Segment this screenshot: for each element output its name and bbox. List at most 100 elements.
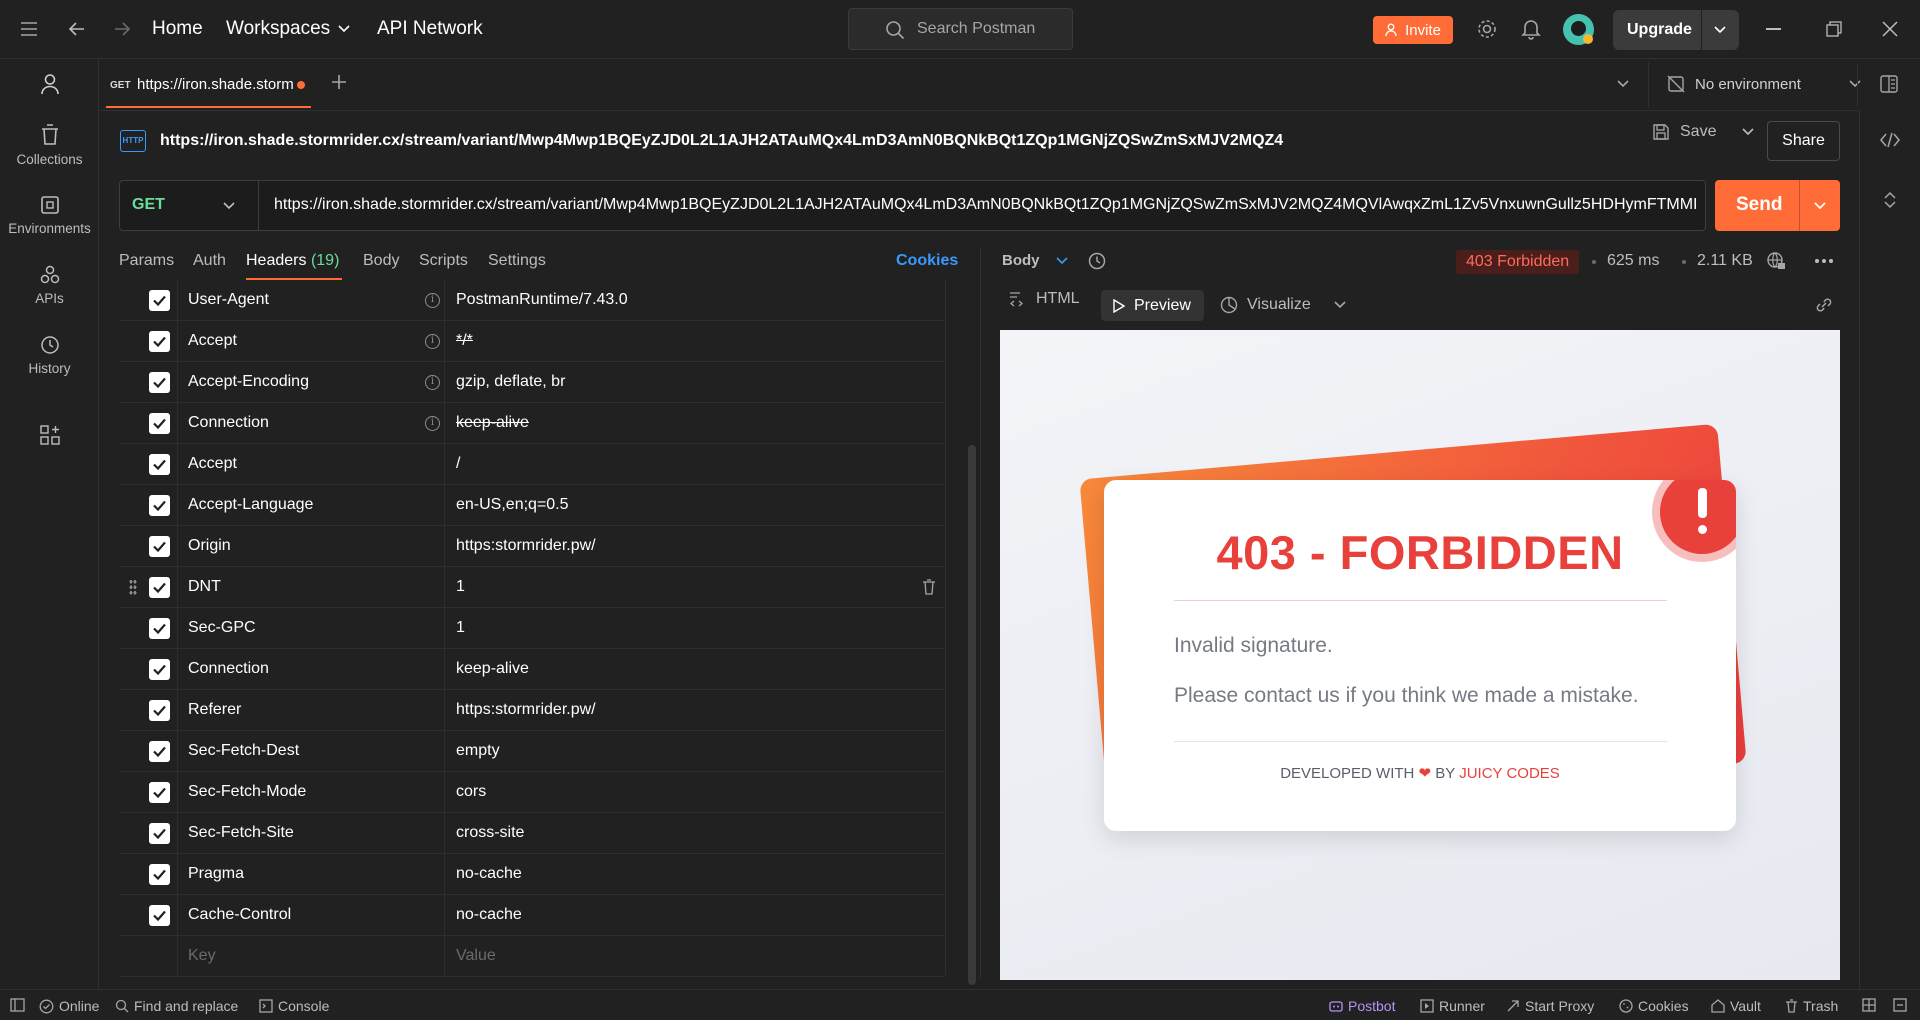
header-value[interactable]: cross-site bbox=[456, 824, 524, 842]
expand-icon[interactable] bbox=[1883, 191, 1897, 209]
tabs-overflow-chevron-icon[interactable] bbox=[1617, 80, 1629, 88]
notifications-bell-icon[interactable] bbox=[1521, 18, 1541, 40]
response-time[interactable]: 625 ms bbox=[1607, 252, 1659, 270]
cookies-button[interactable]: Cookies bbox=[1619, 998, 1689, 1014]
header-enabled-checkbox[interactable] bbox=[149, 454, 170, 475]
header-key[interactable]: Referer bbox=[188, 701, 241, 719]
new-header-row[interactable]: Key Value bbox=[119, 936, 945, 977]
table-row[interactable]: Cache-Control no-cache bbox=[119, 895, 945, 936]
new-tab-plus-icon[interactable] bbox=[331, 74, 347, 90]
table-row[interactable]: DNT 1 bbox=[119, 567, 945, 608]
new-key-input[interactable]: Key bbox=[188, 947, 216, 965]
pane-divider[interactable] bbox=[980, 248, 981, 978]
tab-scripts[interactable]: Scripts bbox=[419, 252, 468, 270]
header-key[interactable]: DNT bbox=[188, 578, 221, 596]
save-button[interactable]: Save bbox=[1652, 123, 1755, 141]
environment-quicklook-icon[interactable] bbox=[1880, 75, 1898, 93]
header-value[interactable]: cors bbox=[456, 783, 486, 801]
console-button[interactable]: Console bbox=[259, 998, 329, 1014]
start-proxy-button[interactable]: Start Proxy bbox=[1506, 998, 1594, 1014]
find-replace-button[interactable]: Find and replace bbox=[115, 998, 238, 1014]
header-enabled-checkbox[interactable] bbox=[149, 372, 170, 393]
header-enabled-checkbox[interactable] bbox=[149, 290, 170, 311]
toggle-sidebar-icon[interactable] bbox=[10, 998, 25, 1012]
header-value[interactable]: en-US,en;q=0.5 bbox=[456, 496, 569, 514]
runner-button[interactable]: Runner bbox=[1420, 998, 1485, 1014]
header-enabled-checkbox[interactable] bbox=[149, 331, 170, 352]
sidebar-item-collections[interactable]: Collections bbox=[0, 124, 99, 167]
header-key[interactable]: Accept-Language bbox=[188, 496, 313, 514]
table-row[interactable]: Pragma no-cache bbox=[119, 854, 945, 895]
header-key[interactable]: Cache-Control bbox=[188, 906, 291, 924]
method-select[interactable]: GET bbox=[119, 180, 259, 231]
restore-icon[interactable] bbox=[1826, 21, 1842, 37]
sidebar-item-apis[interactable]: APIs bbox=[0, 265, 99, 306]
header-key[interactable]: Accept-Encoding bbox=[188, 373, 309, 391]
table-row[interactable]: Origin https:stormrider.pw/ bbox=[119, 526, 945, 567]
help-icon[interactable] bbox=[1893, 998, 1907, 1012]
header-value[interactable]: gzip, deflate, br bbox=[456, 373, 565, 391]
invite-button[interactable]: Invite bbox=[1373, 16, 1453, 44]
view-preview-button[interactable]: Preview bbox=[1101, 290, 1204, 321]
url-input[interactable]: https://iron.shade.stormrider.cx/stream/… bbox=[274, 196, 1698, 214]
send-button[interactable]: Send bbox=[1715, 180, 1840, 231]
header-key[interactable]: Sec-GPC bbox=[188, 619, 256, 637]
tab-params[interactable]: Params bbox=[119, 252, 174, 270]
info-icon[interactable]: i bbox=[425, 293, 440, 308]
table-row[interactable]: Referer https:stormrider.pw/ bbox=[119, 690, 945, 731]
table-row[interactable]: Accept-Language en-US,en;q=0.5 bbox=[119, 485, 945, 526]
header-enabled-checkbox[interactable] bbox=[149, 700, 170, 721]
table-row[interactable]: Connection i keep-alive bbox=[119, 403, 945, 444]
close-window-icon[interactable] bbox=[1882, 21, 1898, 37]
upgrade-button[interactable]: Upgrade bbox=[1613, 10, 1739, 50]
tab-settings[interactable]: Settings bbox=[488, 252, 546, 270]
table-row[interactable]: Sec-Fetch-Site cross-site bbox=[119, 813, 945, 854]
header-enabled-checkbox[interactable] bbox=[149, 823, 170, 844]
header-enabled-checkbox[interactable] bbox=[149, 577, 170, 598]
drag-handle-icon[interactable] bbox=[129, 579, 137, 595]
avatar[interactable] bbox=[1563, 14, 1594, 45]
table-row[interactable]: Accept i */* bbox=[119, 321, 945, 362]
header-key[interactable]: Accept bbox=[188, 455, 237, 473]
header-enabled-checkbox[interactable] bbox=[149, 536, 170, 557]
forward-arrow-icon[interactable] bbox=[112, 19, 132, 39]
chevron-down-icon[interactable] bbox=[1814, 202, 1826, 210]
environment-selector[interactable]: No environment bbox=[1667, 75, 1861, 93]
header-value[interactable]: https:stormrider.pw/ bbox=[456, 701, 596, 719]
info-icon[interactable]: i bbox=[425, 334, 440, 349]
view-visualize-button[interactable]: Visualize bbox=[1220, 296, 1346, 314]
header-value[interactable]: */* bbox=[456, 332, 473, 350]
share-button[interactable]: Share bbox=[1767, 121, 1840, 161]
request-title[interactable]: https://iron.shade.stormrider.cx/stream/… bbox=[160, 132, 1283, 150]
view-html-button[interactable]: HTML bbox=[1008, 290, 1080, 308]
header-enabled-checkbox[interactable] bbox=[149, 618, 170, 639]
scrollbar[interactable] bbox=[968, 445, 976, 985]
header-key[interactable]: Accept bbox=[188, 332, 237, 350]
header-value[interactable]: 1 bbox=[456, 578, 465, 596]
nav-api-network[interactable]: API Network bbox=[377, 18, 483, 40]
header-value[interactable]: PostmanRuntime/7.43.0 bbox=[456, 291, 628, 309]
header-enabled-checkbox[interactable] bbox=[149, 905, 170, 926]
nav-workspaces[interactable]: Workspaces bbox=[226, 18, 350, 40]
header-value[interactable]: empty bbox=[456, 742, 500, 760]
table-row[interactable]: Sec-GPC 1 bbox=[119, 608, 945, 649]
header-value[interactable]: / bbox=[456, 455, 460, 473]
link-icon[interactable] bbox=[1814, 295, 1834, 315]
tab-body[interactable]: Body bbox=[363, 252, 399, 270]
info-icon[interactable]: i bbox=[425, 416, 440, 431]
network-globe-icon[interactable] bbox=[1766, 251, 1786, 271]
table-row[interactable]: Connection keep-alive bbox=[119, 649, 945, 690]
sidebar-item-environments[interactable]: Environments bbox=[0, 195, 99, 236]
header-enabled-checkbox[interactable] bbox=[149, 741, 170, 762]
table-row[interactable]: Sec-Fetch-Dest empty bbox=[119, 731, 945, 772]
response-body-selector[interactable]: Body bbox=[1002, 252, 1068, 269]
new-value-input[interactable]: Value bbox=[456, 947, 496, 965]
tab-headers[interactable]: Headers (19) bbox=[246, 252, 339, 270]
header-value[interactable]: no-cache bbox=[456, 865, 522, 883]
chevron-down-icon[interactable] bbox=[1714, 26, 1726, 34]
info-icon[interactable]: i bbox=[425, 375, 440, 390]
header-enabled-checkbox[interactable] bbox=[149, 659, 170, 680]
code-snippet-icon[interactable] bbox=[1880, 132, 1900, 148]
header-key[interactable]: Pragma bbox=[188, 865, 244, 883]
trash-button[interactable]: Trash bbox=[1785, 998, 1838, 1014]
